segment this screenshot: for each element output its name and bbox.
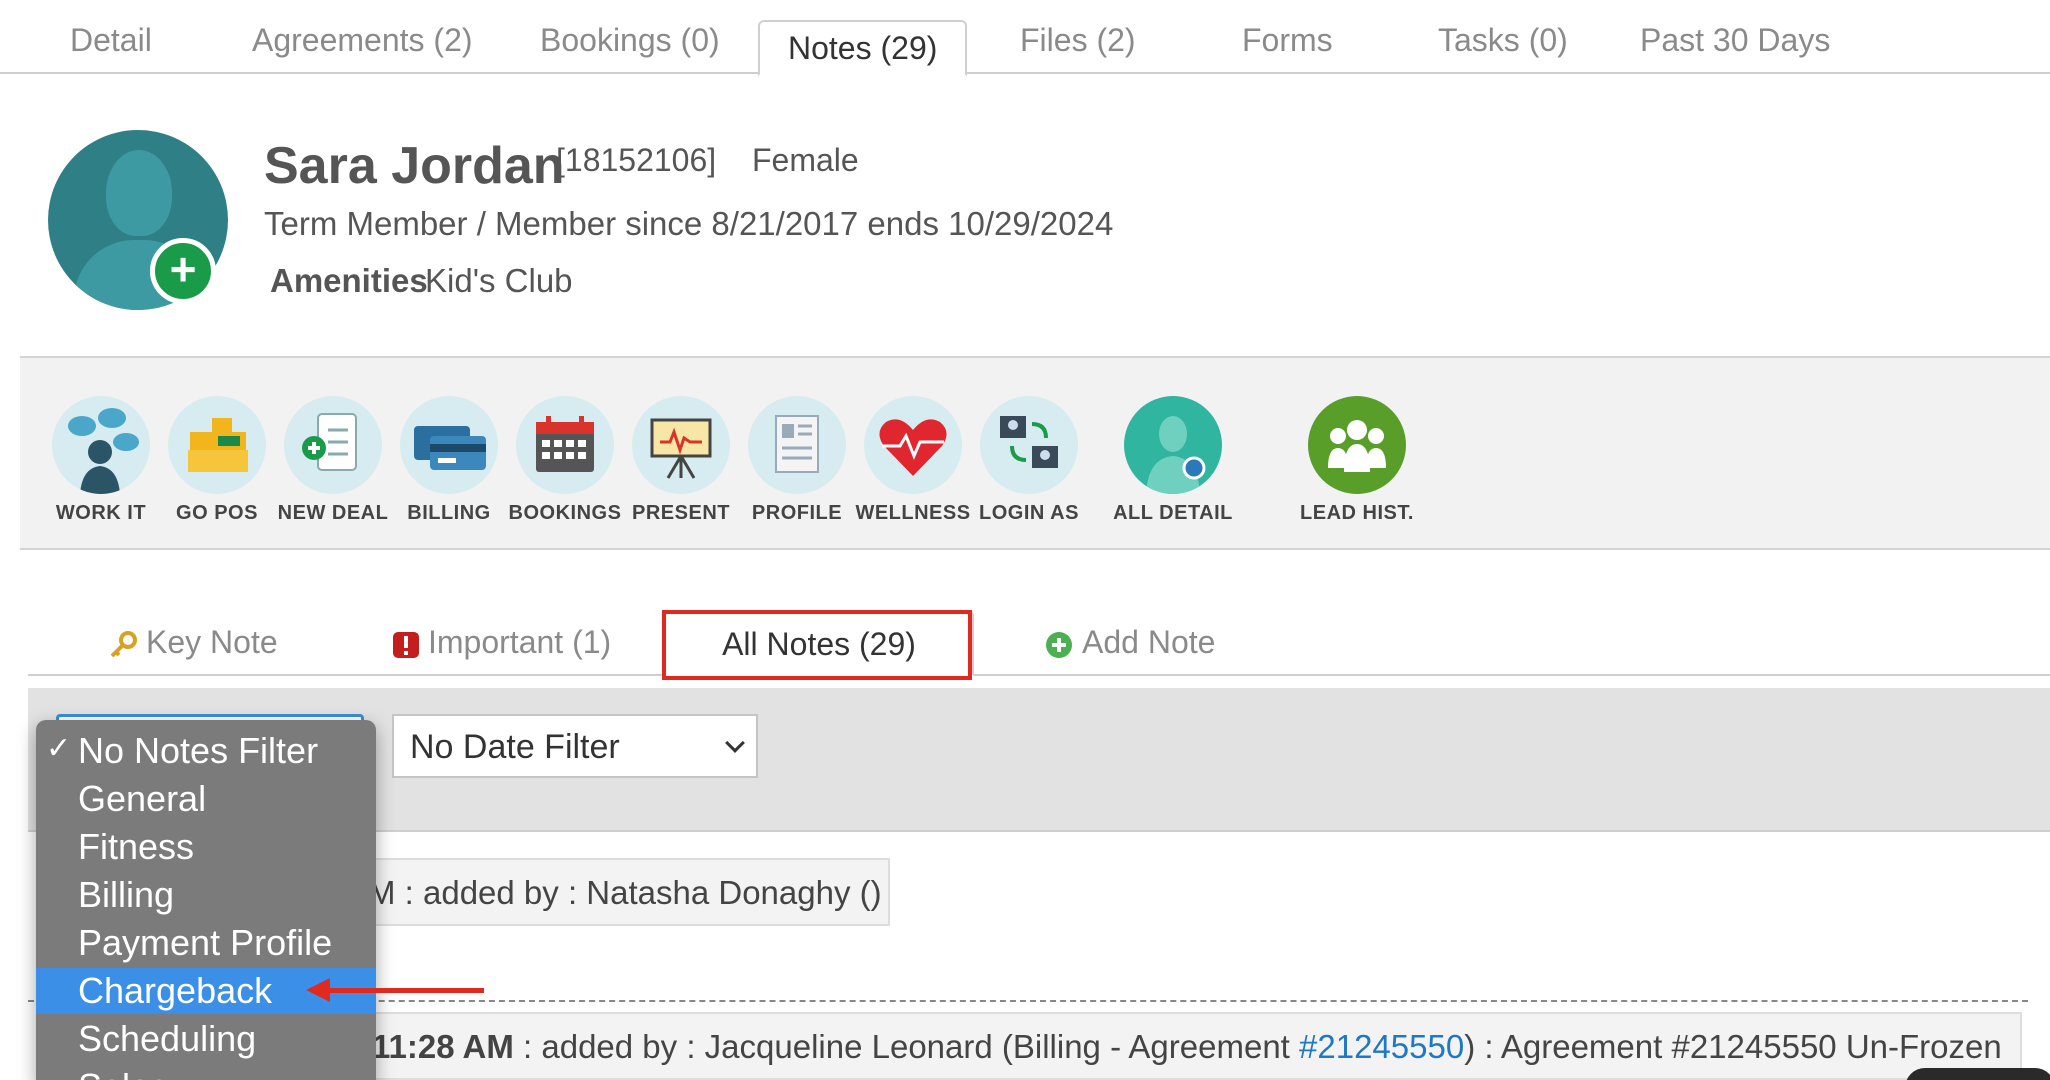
chevron-down-icon	[725, 733, 745, 753]
heart-pulse-icon	[879, 419, 947, 476]
tab-all-notes[interactable]: All Notes (29)	[664, 610, 974, 676]
chat-person-icon	[68, 408, 139, 494]
annotation-arrow-line	[318, 988, 484, 993]
important-label: Important (1)	[428, 624, 612, 660]
calendar-icon	[536, 416, 594, 472]
agreement-link[interactable]: #21245550	[1299, 1028, 1464, 1065]
tab-key-note[interactable]: Key Note	[108, 624, 278, 661]
person-detail-icon	[1146, 416, 1206, 494]
tab-important[interactable]: Important (1)	[392, 624, 611, 661]
date-filter-value: No Date Filter	[410, 728, 620, 766]
menu-item-label: Fitness	[78, 826, 195, 867]
checkmark-icon: ✓	[46, 732, 72, 765]
add-circle-icon	[1046, 631, 1072, 658]
member-name: Sara Jordan	[264, 137, 565, 195]
menu-item-payment-profile[interactable]: Payment Profile	[36, 920, 376, 966]
presentation-board-icon	[650, 418, 712, 479]
menu-item-label: Billing	[78, 874, 175, 915]
tab-past-30-days[interactable]: Past 30 Days	[1640, 22, 1830, 59]
tab-bookings[interactable]: Bookings (0)	[540, 22, 720, 59]
lead-history-label: LEAD HIST.	[1300, 502, 1414, 524]
notes-tab-bar: Key Note Important (1) All Notes (29) Ad…	[28, 600, 2050, 676]
menu-item-fitness[interactable]: Fitness	[36, 824, 376, 870]
note-text: M : added by : Natasha Donaghy () :	[368, 874, 890, 911]
amenities-value: Kid's Club	[425, 262, 573, 299]
member-gender: Female	[752, 142, 859, 178]
key-icon	[110, 630, 137, 657]
menu-item-label: General	[78, 778, 207, 819]
tab-forms[interactable]: Forms	[1242, 22, 1333, 59]
menu-item-label: Payment Profile	[78, 922, 333, 963]
key-note-label: Key Note	[146, 624, 278, 660]
annotation-arrow-head	[306, 978, 330, 1002]
notes-filter-menu: ✓ No Notes Filter General Fitness Billin…	[36, 720, 376, 1080]
add-photo-icon[interactable]: +	[150, 238, 216, 304]
profile-document-icon	[775, 415, 819, 473]
all-detail-button[interactable]: ALL DETAIL	[1098, 396, 1248, 525]
note-text-suffix: ) : Agreement #21245550 Un-Frozen	[1464, 1028, 2002, 1065]
note-text: : added by : Jacqueline Leonard (Billing…	[513, 1028, 1300, 1065]
tab-notes[interactable]: Notes (29)	[758, 20, 968, 76]
tab-tasks[interactable]: Tasks (0)	[1438, 22, 1568, 59]
amenities-label: Amenities	[270, 262, 428, 299]
note-row: M : added by : Natasha Donaghy () :	[360, 858, 890, 926]
menu-item-no-notes-filter[interactable]: ✓ No Notes Filter	[36, 728, 376, 774]
menu-item-label: No Notes Filter	[78, 730, 319, 771]
exclamation-icon	[393, 631, 419, 658]
clipboard-add-icon	[302, 413, 357, 471]
member-id: [18152106]	[556, 142, 717, 178]
tab-detail[interactable]: Detail	[70, 22, 152, 59]
tab-agreements[interactable]: Agreements (2)	[252, 22, 473, 59]
add-note-label: Add Note	[1082, 624, 1216, 660]
top-tab-bar: Detail Agreements (2) Bookings (0) Notes…	[0, 0, 2050, 76]
menu-item-label: Scheduling	[78, 1018, 257, 1059]
action-toolbar: WORK IT GO POS NEW DEAL BILLING BOOKINGS…	[20, 356, 2050, 550]
login-as-label: LOGIN AS	[979, 502, 1079, 524]
login-as-button[interactable]: LOGIN AS	[954, 396, 1104, 525]
floating-widget[interactable]	[1905, 1068, 2050, 1080]
lead-history-button[interactable]: LEAD HIST.	[1282, 396, 1432, 525]
group-icon	[1328, 420, 1386, 472]
tab-files[interactable]: Files (2)	[1020, 22, 1136, 59]
menu-item-label: Sales	[78, 1066, 168, 1080]
note-time: 11:28 AM	[372, 1028, 514, 1065]
cash-register-icon	[188, 418, 248, 472]
switch-user-icon	[1000, 416, 1058, 468]
menu-item-scheduling[interactable]: Scheduling	[36, 1016, 376, 1062]
credit-card-icon	[414, 426, 486, 470]
menu-item-label: Chargeback	[78, 970, 273, 1011]
menu-item-general[interactable]: General	[36, 776, 376, 822]
date-filter-select[interactable]: No Date Filter	[392, 714, 758, 778]
member-status: Term Member / Member since 8/21/2017 end…	[264, 205, 1114, 242]
add-note-button[interactable]: Add Note	[1044, 624, 1215, 661]
menu-item-sales[interactable]: Sales	[36, 1064, 376, 1080]
all-detail-label: ALL DETAIL	[1113, 502, 1233, 524]
note-row: 11:28 AM : added by : Jacqueline Leonard…	[360, 1012, 2022, 1080]
menu-item-billing[interactable]: Billing	[36, 872, 376, 918]
avatar-head-shape	[106, 150, 172, 236]
